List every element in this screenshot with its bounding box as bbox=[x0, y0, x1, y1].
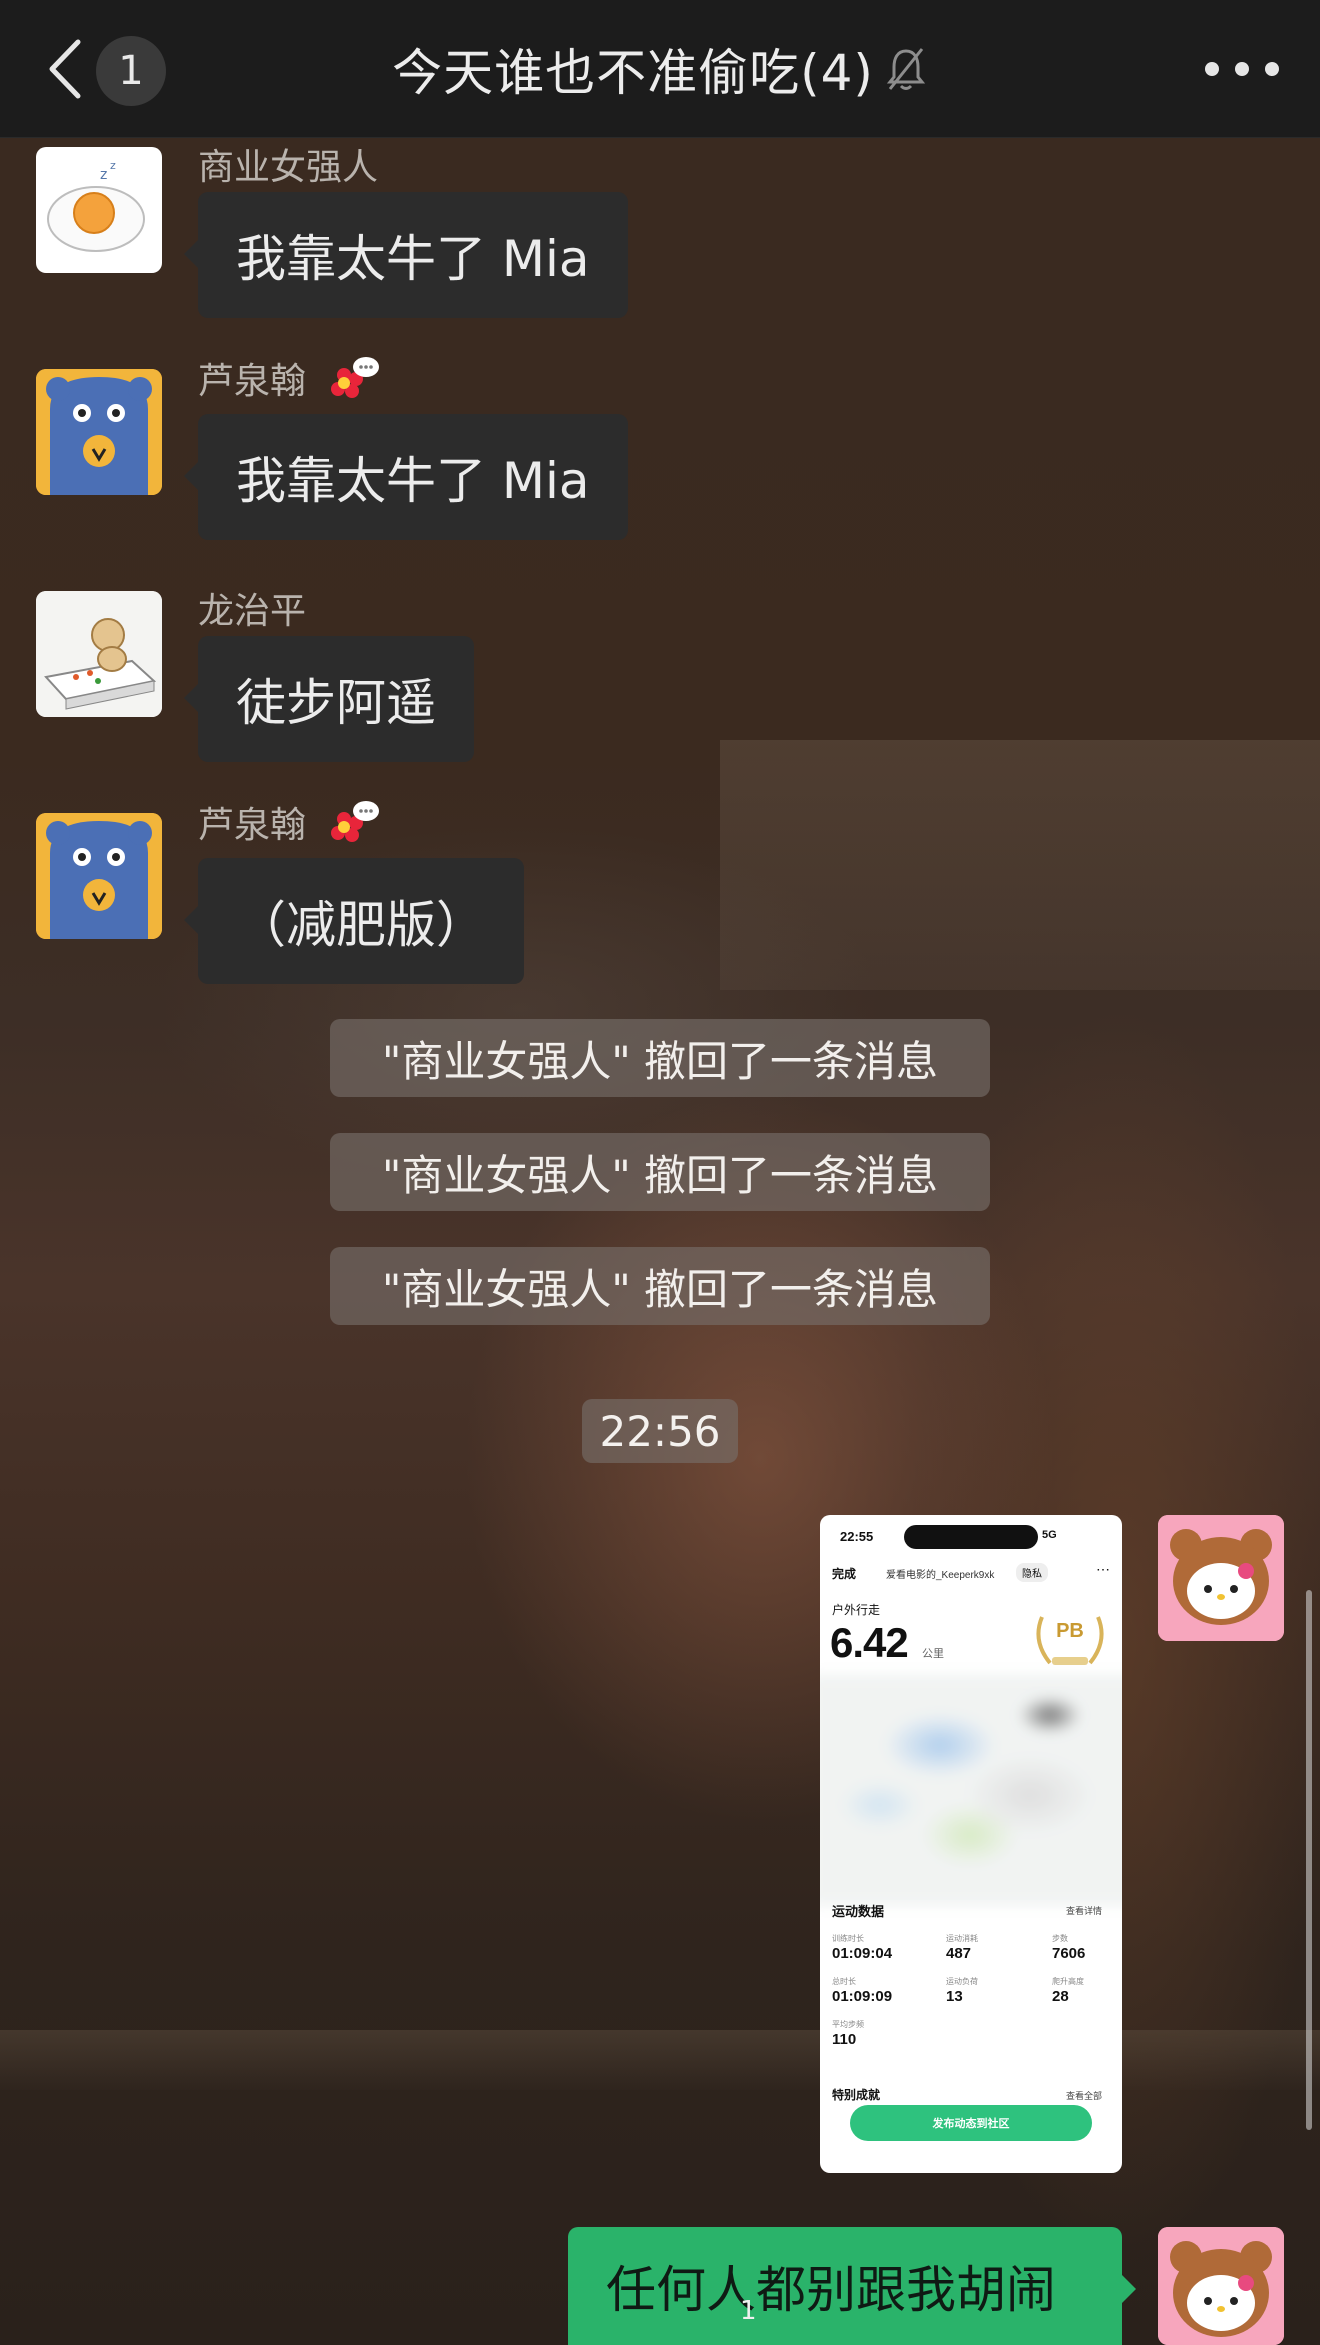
message-bubble[interactable]: （减肥版） bbox=[184, 858, 524, 984]
image-achievements-link: 查看全部 bbox=[1066, 2091, 1103, 2101]
stat-value: 110 bbox=[832, 2031, 857, 2048]
stat-label: 训练时长 bbox=[832, 1934, 864, 1943]
image-activity-type: 户外行走 bbox=[832, 1603, 881, 1617]
chat-title-group[interactable]: 今天谁也不准偷吃(4) bbox=[300, 0, 1020, 138]
sender-name: 芦泉翰 bbox=[198, 361, 307, 402]
sender-name: 商业女强人 bbox=[198, 147, 379, 188]
image-dynamic-island bbox=[904, 1525, 1038, 1549]
chat-title: 今天谁也不准偷吃(4) bbox=[392, 44, 874, 102]
image-achievements-title: 特别成就 bbox=[832, 2088, 881, 2102]
image-privacy-label: 隐私 bbox=[1016, 1563, 1048, 1582]
dog-garden-avatar[interactable] bbox=[36, 591, 162, 717]
blue-bear-avatar[interactable] bbox=[36, 813, 162, 939]
stat-value: 487 bbox=[946, 1945, 972, 1962]
stat-label: 步数 bbox=[1052, 1934, 1068, 1943]
message-bubble[interactable]: 我靠太牛了 Mia bbox=[184, 414, 628, 540]
image-username: 爱看电影的_Keeperk9xk bbox=[886, 1570, 995, 1581]
back-chevron-icon[interactable] bbox=[44, 36, 88, 102]
image-network: 5G bbox=[1042, 1529, 1057, 1541]
stat-label: 运动负荷 bbox=[946, 1977, 978, 1986]
sender-row: 芦泉翰 bbox=[198, 796, 382, 848]
image-done-label: 完成 bbox=[832, 1567, 857, 1581]
image-share-button: 发布动态到社区 bbox=[850, 2105, 1092, 2141]
image-status-time: 22:55 bbox=[840, 1529, 874, 1544]
sender-name: 龙治平 bbox=[198, 591, 307, 632]
pb-badge-text: PB bbox=[1056, 1620, 1084, 1642]
pb-laurel-badge-icon: PB bbox=[1036, 1616, 1104, 1665]
recall-notice: "商业女强人" 撤回了一条消息 bbox=[330, 1019, 990, 1097]
image-distance: 6.42 bbox=[830, 1619, 909, 1666]
stat-value: 28 bbox=[1052, 1988, 1069, 2005]
message-bubble[interactable]: 徒步阿遥 bbox=[184, 636, 474, 762]
sleeping-egg-avatar[interactable]: z z bbox=[36, 147, 162, 273]
bell-off-icon bbox=[886, 48, 926, 90]
svg-text:z: z bbox=[110, 159, 116, 172]
unread-count-badge[interactable]: 1 bbox=[96, 36, 166, 106]
new-message-count: 1 bbox=[740, 2296, 757, 2326]
flower-status-icon bbox=[331, 357, 380, 398]
svg-text:z: z bbox=[100, 167, 107, 183]
message-bubble[interactable]: 我靠太牛了 Mia bbox=[184, 192, 628, 318]
my-bubble-tail bbox=[1122, 2275, 1136, 2303]
stat-value: 13 bbox=[946, 1988, 963, 2005]
stat-label: 平均步频 bbox=[832, 2020, 864, 2029]
wallpaper-band bbox=[720, 740, 1320, 990]
more-horizontal-icon[interactable] bbox=[1200, 56, 1284, 82]
blue-bear-avatar[interactable] bbox=[36, 369, 162, 495]
hello-kitty-bear-avatar[interactable] bbox=[1158, 2227, 1284, 2345]
my-message-bubble[interactable]: 任何人都别跟我胡闹 bbox=[568, 2227, 1122, 2345]
hello-kitty-bear-avatar[interactable] bbox=[1158, 1515, 1284, 1641]
image-detail-link: 查看详情 bbox=[1066, 1906, 1103, 1916]
recall-notice: "商业女强人" 撤回了一条消息 bbox=[330, 1247, 990, 1325]
image-section-title: 运动数据 bbox=[832, 1904, 885, 1919]
sender-name: 芦泉翰 bbox=[198, 805, 307, 846]
stat-value: 01:09:09 bbox=[832, 1988, 893, 2005]
wallpaper-shelf bbox=[0, 2030, 1320, 2090]
sender-row: 芦泉翰 bbox=[198, 352, 382, 404]
stat-value: 7606 bbox=[1052, 1945, 1086, 1962]
image-distance-unit: 公里 bbox=[922, 1648, 944, 1660]
stat-label: 总时长 bbox=[832, 1977, 856, 1986]
chat-scrollbar[interactable] bbox=[1306, 1590, 1312, 2130]
image-blur-overlay bbox=[820, 1665, 1122, 1905]
stat-label: 爬升高度 bbox=[1052, 1977, 1084, 1986]
message-timestamp: 22:56 bbox=[582, 1399, 738, 1463]
flower-status-icon bbox=[331, 801, 380, 842]
recall-notice: "商业女强人" 撤回了一条消息 bbox=[330, 1133, 990, 1211]
stat-label: 运动消耗 bbox=[946, 1934, 978, 1943]
image-more-icon: ⋯ bbox=[1096, 1561, 1110, 1577]
image-message[interactable]: 22:55 5G 完成 爱看电影的_Keeperk9xk 隐私 ⋯ 户外行走 6… bbox=[820, 1515, 1122, 2173]
chat-header: 1 今天谁也不准偷吃(4) bbox=[0, 0, 1320, 138]
stat-value: 01:09:04 bbox=[832, 1945, 893, 1962]
